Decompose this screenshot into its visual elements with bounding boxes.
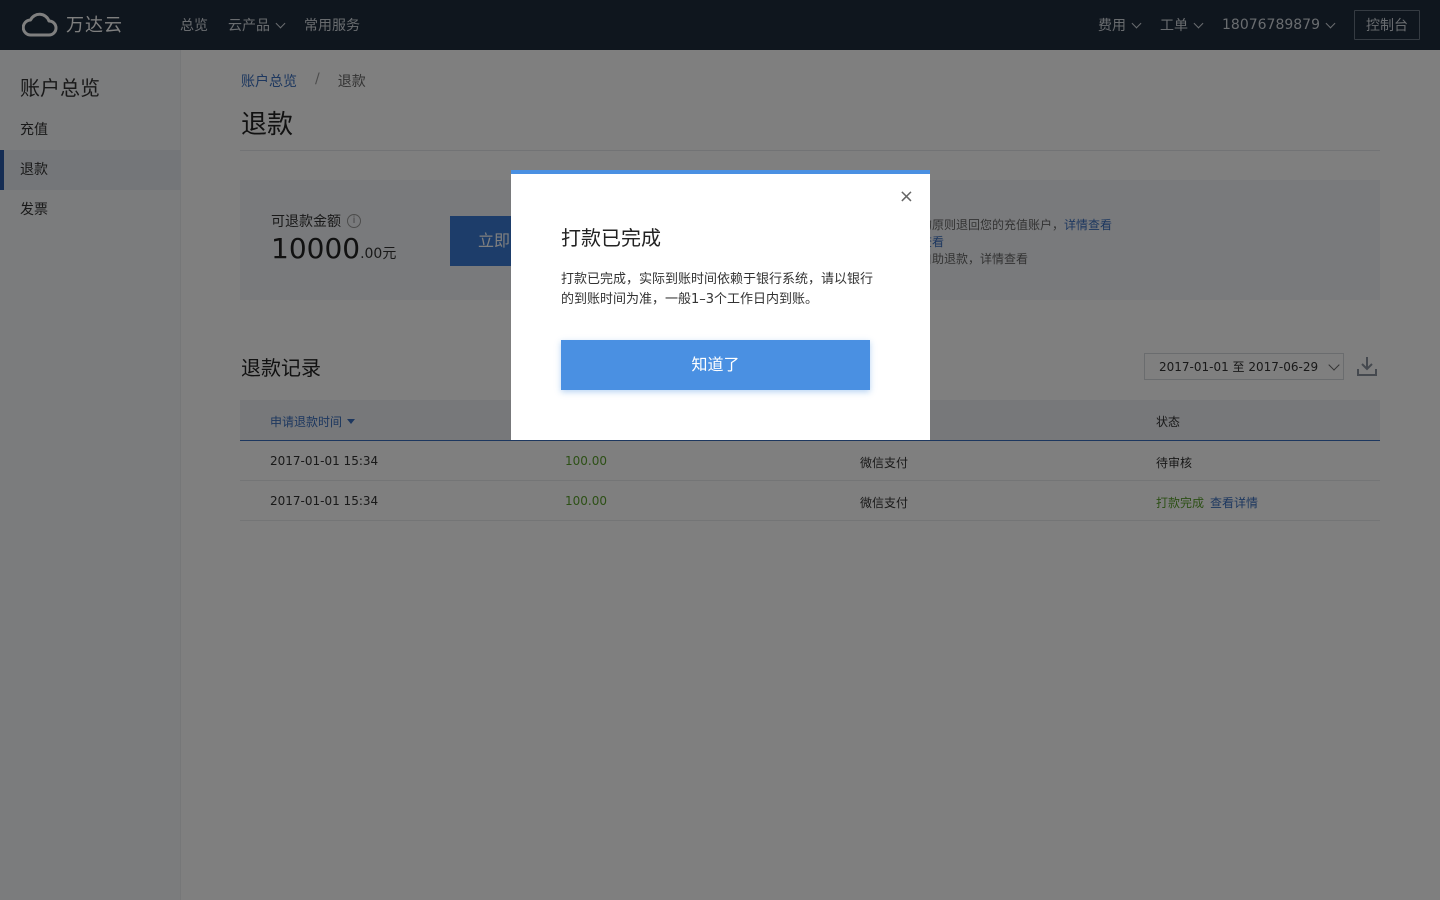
confirm-button[interactable]: 知道了 xyxy=(561,340,870,390)
modal-backdrop[interactable] xyxy=(0,0,1440,900)
dialog-message: 打款已完成，实际到账时间依赖于银行系统，请以银行的到账时间为准，一般1–3个工作… xyxy=(561,272,874,307)
dialog-title: 打款已完成 xyxy=(561,226,661,250)
payment-complete-dialog: × 打款已完成 打款已完成，实际到账时间依赖于银行系统，请以银行的到账时间为准，… xyxy=(511,170,930,440)
close-icon[interactable]: × xyxy=(899,188,914,206)
